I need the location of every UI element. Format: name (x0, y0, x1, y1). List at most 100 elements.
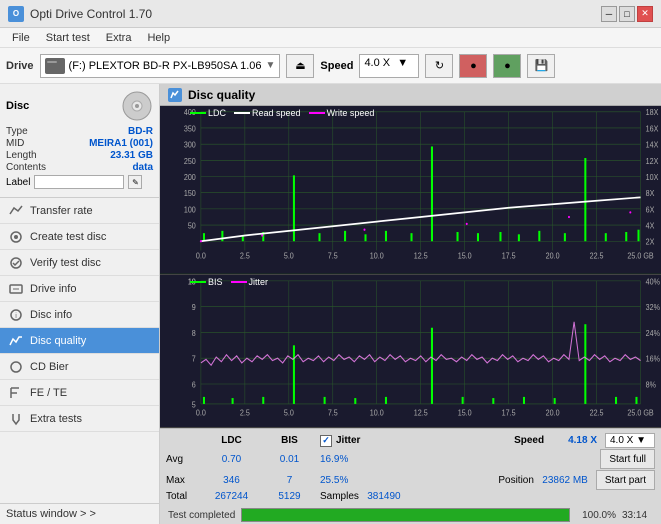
svg-text:10X: 10X (646, 173, 659, 183)
svg-text:12X: 12X (646, 156, 659, 166)
menu-file[interactable]: File (4, 30, 38, 46)
menu-bar: File Start test Extra Help (0, 28, 661, 48)
minimize-button[interactable]: ─ (601, 6, 617, 22)
toolbar: Drive (F:) PLEXTOR BD-R PX-LB950SA 1.06 … (0, 48, 661, 84)
info-button[interactable]: ● (493, 54, 521, 78)
svg-text:20.0: 20.0 (546, 251, 560, 261)
avg-ldc: 0.70 (204, 454, 259, 465)
sidebar-item-fe-te[interactable]: FE / TE (0, 380, 159, 406)
cd-bier-icon (8, 359, 24, 375)
svg-text:100: 100 (184, 205, 196, 215)
ldc-chart-svg: 400 350 300 250 200 150 100 50 18X 16X 1… (160, 106, 661, 274)
sidebar-item-cd-bier[interactable]: CD Bier (0, 354, 159, 380)
menu-help[interactable]: Help (139, 30, 178, 46)
eject-button[interactable]: ⏏ (286, 54, 314, 78)
max-bis: 7 (267, 475, 312, 486)
stats-max-row: Max 346 7 25.5% Position 23862 MB Start … (166, 470, 655, 490)
close-button[interactable]: ✕ (637, 6, 653, 22)
speed-label: Speed (320, 60, 353, 72)
save-button[interactable]: 💾 (527, 54, 555, 78)
menu-start-test[interactable]: Start test (38, 30, 98, 46)
chevron-down-icon: ▼ (266, 60, 276, 71)
sidebar-item-disc-quality[interactable]: Disc quality (0, 328, 159, 354)
disc-mid-row: MID MEIRA1 (001) (6, 138, 153, 149)
svg-text:8%: 8% (646, 380, 656, 390)
bis-color (190, 281, 206, 283)
progress-percent: 100.0% (576, 510, 616, 521)
sidebar-item-create-test-disc[interactable]: Create test disc (0, 224, 159, 250)
main-layout: Disc Type BD-R MID MEIRA1 (001) Length 2… (0, 84, 661, 524)
svg-text:40%: 40% (646, 277, 660, 287)
sidebar-item-extra-tests[interactable]: Extra tests (0, 406, 159, 432)
fe-te-icon (8, 385, 24, 401)
disc-info-icon: i (8, 307, 24, 323)
svg-text:8: 8 (192, 328, 196, 338)
position-value: 23862 MB (542, 475, 588, 486)
svg-text:2X: 2X (646, 237, 655, 247)
disc-quality-header: Disc quality (160, 84, 661, 106)
speed-selector[interactable]: 4.0 X ▼ (359, 54, 419, 78)
settings-button[interactable]: ● (459, 54, 487, 78)
chart2-legend: BIS Jitter (190, 277, 268, 287)
samples-value: 381490 (367, 491, 400, 502)
ldc-column-header: LDC (204, 435, 259, 446)
svg-text:i: i (15, 313, 17, 320)
drive-icon (45, 58, 65, 74)
avg-speed-value: 4.18 X (568, 435, 597, 446)
start-full-btn[interactable]: Start full (600, 449, 655, 469)
ldc-legend: LDC (190, 108, 226, 118)
ldc-chart: LDC Read speed Write speed (160, 106, 661, 275)
refresh-button[interactable]: ↻ (425, 54, 453, 78)
status-text: Test completed (164, 510, 235, 521)
stats-header-row: LDC BIS ✓ Jitter Speed 4.18 X 4.0 X ▼ (166, 433, 655, 448)
ldc-color (190, 112, 206, 114)
speed-header: Speed (514, 435, 544, 446)
svg-text:22.5: 22.5 (590, 408, 604, 418)
svg-text:17.5: 17.5 (502, 408, 516, 418)
disc-type-row: Type BD-R (6, 126, 153, 137)
start-full-button: Start full (600, 449, 655, 469)
svg-text:14X: 14X (646, 140, 659, 150)
speed-setting[interactable]: 4.0 X ▼ (605, 433, 655, 448)
jitter-header: Jitter (336, 435, 360, 446)
readspeed-legend: Read speed (234, 108, 301, 118)
sidebar-item-verify-test-disc[interactable]: Verify test disc (0, 250, 159, 276)
sidebar-item-drive-info[interactable]: Drive info (0, 276, 159, 302)
label-edit-button[interactable]: ✎ (128, 175, 142, 189)
app-icon: O (8, 6, 24, 22)
bis-legend: BIS (190, 277, 223, 287)
svg-text:250: 250 (184, 156, 196, 166)
jitter-checkbox[interactable]: ✓ (320, 435, 332, 447)
sidebar-item-disc-info[interactable]: i Disc info (0, 302, 159, 328)
readspeed-color (234, 112, 250, 114)
disc-quality-icon (8, 333, 24, 349)
drive-selector[interactable]: (F:) PLEXTOR BD-R PX-LB950SA 1.06 ▼ (40, 54, 281, 78)
svg-text:10.0: 10.0 (370, 408, 384, 418)
disc-label-input[interactable] (34, 175, 124, 189)
disc-quality-title: Disc quality (188, 88, 255, 102)
start-part-btn[interactable]: Start part (596, 470, 655, 490)
status-window-button[interactable]: Status window > > (0, 503, 159, 524)
svg-text:12.5: 12.5 (414, 251, 428, 261)
maximize-button[interactable]: □ (619, 6, 635, 22)
menu-extra[interactable]: Extra (98, 30, 140, 46)
total-bis: 5129 (267, 491, 312, 502)
disc-label-row: Label ✎ (6, 175, 153, 189)
avg-jitter: 16.9% (320, 454, 592, 465)
stats-avg-row: Avg 0.70 0.01 16.9% Start full (166, 449, 655, 469)
svg-text:5.0: 5.0 (284, 251, 294, 261)
drive-info-icon (8, 281, 24, 297)
create-disc-icon (8, 229, 24, 245)
verify-disc-icon (8, 255, 24, 271)
stats-footer: LDC BIS ✓ Jitter Speed 4.18 X 4.0 X ▼ Av… (160, 428, 661, 506)
start-part-button: Start part (596, 470, 655, 490)
svg-text:32%: 32% (646, 302, 660, 312)
writespeed-legend: Write speed (309, 108, 375, 118)
svg-text:4X: 4X (646, 221, 655, 231)
svg-text:25.0 GB: 25.0 GB (627, 251, 653, 261)
bis-chart-svg: 10 9 8 7 6 5 40% 32% 24% 16% 8% 10 (160, 275, 661, 427)
sidebar-item-transfer-rate[interactable]: Transfer rate (0, 198, 159, 224)
disc-icon (121, 90, 153, 122)
progress-bar (241, 508, 570, 522)
svg-text:5.0: 5.0 (284, 408, 294, 418)
